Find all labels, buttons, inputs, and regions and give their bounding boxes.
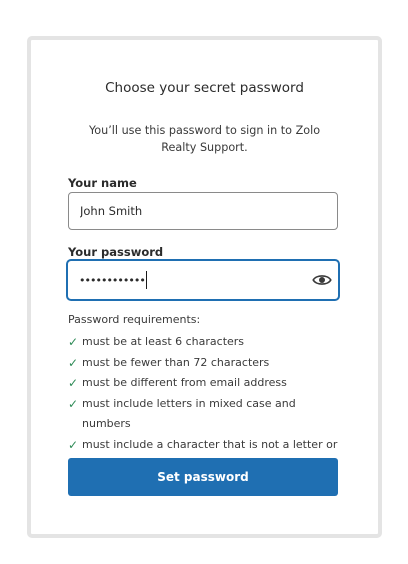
requirement-item: ✓ must be at least 6 characters	[68, 332, 338, 353]
requirement-item: ✓ must be fewer than 72 characters	[68, 353, 338, 374]
password-input[interactable]	[68, 261, 303, 299]
name-input[interactable]	[68, 192, 338, 230]
password-card: Choose your secret password You’ll use t…	[27, 36, 382, 538]
requirements-list: ✓ must be at least 6 characters ✓ must b…	[68, 332, 338, 476]
requirement-text: must be at least 6 characters	[82, 335, 245, 348]
requirement-item: ✓ must include letters in mixed case and…	[68, 394, 338, 435]
set-password-button[interactable]: Set password	[68, 458, 338, 496]
requirement-text: must include letters in mixed case and n…	[82, 396, 296, 431]
eye-icon[interactable]	[312, 270, 332, 290]
check-icon: ✓	[68, 376, 79, 390]
name-label: Your name	[68, 176, 137, 190]
check-icon: ✓	[68, 355, 79, 370]
check-icon: ✓	[68, 396, 79, 411]
page-subtitle: You’ll use this password to sign in to Z…	[88, 124, 321, 154]
password-field[interactable]	[66, 259, 340, 301]
requirement-text: must be different from email address	[82, 376, 287, 389]
password-label: Your password	[68, 245, 164, 259]
requirement-item: ✓ must be different from email address	[68, 373, 338, 394]
requirement-text: must be fewer than 72 characters	[82, 355, 270, 369]
page-title: Choose your secret password	[105, 80, 304, 96]
check-icon: ✓	[68, 335, 79, 349]
check-icon: ✓	[68, 437, 79, 452]
requirements-title: Password requirements:	[68, 313, 201, 326]
text-caret	[146, 271, 147, 289]
